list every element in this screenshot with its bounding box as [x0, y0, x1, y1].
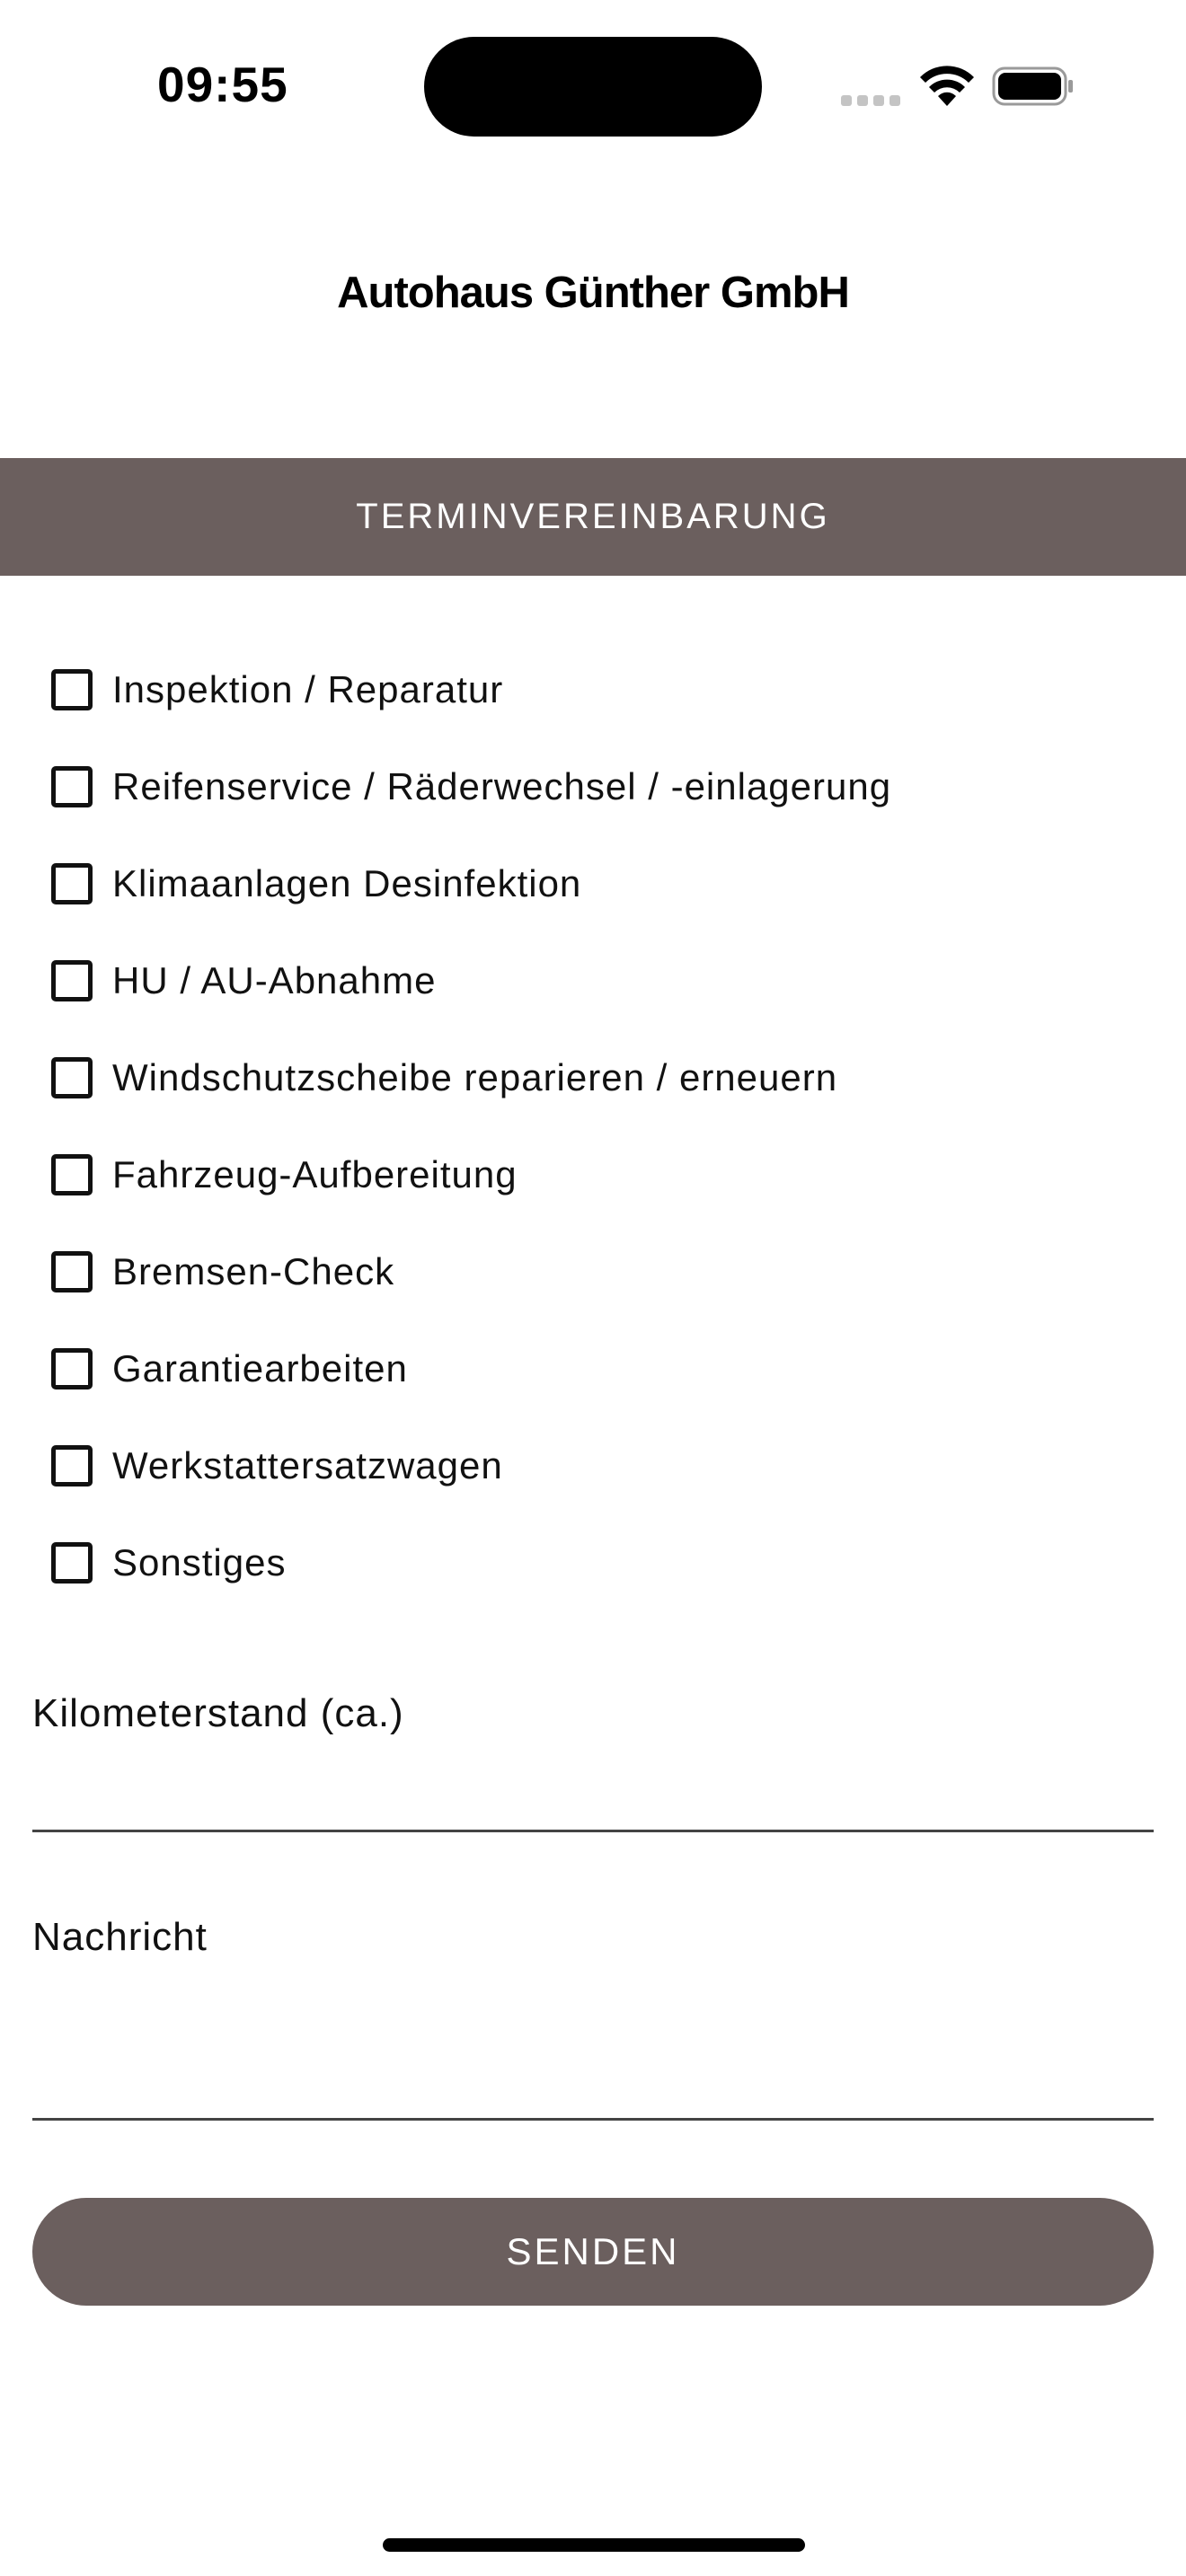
checkbox[interactable] [51, 1542, 93, 1584]
checkbox-label: Reifenservice / Räderwechsel / -einlager… [112, 765, 892, 807]
home-indicator[interactable] [383, 2538, 805, 2552]
checkbox[interactable] [51, 960, 93, 1001]
checkbox-label: Werkstattersatzwagen [112, 1444, 503, 1486]
service-checkbox-row[interactable]: Werkstattersatzwagen [51, 1441, 503, 1491]
section-banner: TERMINVEREINBARUNG [0, 458, 1186, 576]
checkbox[interactable] [51, 1348, 93, 1389]
battery-icon [992, 66, 1073, 106]
checkbox[interactable] [51, 1251, 93, 1292]
service-checkbox-row[interactable]: Sonstiges [51, 1538, 286, 1588]
mileage-input[interactable] [32, 1760, 1154, 1832]
message-field: Nachricht [32, 1915, 1154, 2123]
service-checkbox-row[interactable]: HU / AU-Abnahme [51, 956, 436, 1006]
checkbox-label: Windschutzscheibe reparieren / erneuern [112, 1056, 838, 1098]
checkbox-label: Inspektion / Reparatur [112, 668, 504, 710]
checkbox-label: Bremsen-Check [112, 1250, 395, 1292]
checkbox[interactable] [51, 863, 93, 904]
service-checkbox-row[interactable]: Inspektion / Reparatur [51, 665, 503, 715]
service-checkbox-row[interactable]: Garantiearbeiten [51, 1344, 408, 1394]
app-title: Autohaus Günther GmbH [337, 269, 850, 317]
checkbox-label: Garantiearbeiten [112, 1347, 408, 1389]
section-title: TERMINVEREINBARUNG [356, 497, 830, 536]
service-checkbox-row[interactable]: Fahrzeug-Aufbereitung [51, 1150, 518, 1200]
checkbox[interactable] [51, 1445, 93, 1486]
service-checkbox-row[interactable]: Klimaanlagen Desinfektion [51, 859, 581, 909]
mileage-label: Kilometerstand (ca.) [32, 1691, 404, 1735]
message-input[interactable] [32, 1983, 1154, 2121]
checkbox[interactable] [51, 766, 93, 807]
checkbox-label: Fahrzeug-Aufbereitung [112, 1153, 518, 1195]
message-label: Nachricht [32, 1915, 208, 1959]
send-button[interactable]: SENDEN [32, 2198, 1154, 2306]
checkbox-label: Klimaanlagen Desinfektion [112, 862, 582, 904]
mileage-field: Kilometerstand (ca.) [32, 1691, 1154, 1835]
checkbox[interactable] [51, 1057, 93, 1098]
cellular-signal-icon [841, 95, 900, 106]
checkbox-label: Sonstiges [112, 1541, 287, 1584]
wifi-icon [920, 66, 974, 106]
service-checkbox-row[interactable]: Reifenservice / Räderwechsel / -einlager… [51, 762, 891, 812]
service-checkbox-row[interactable]: Bremsen-Check [51, 1247, 394, 1297]
status-bar: 09:55 [0, 0, 1186, 171]
dynamic-island [424, 37, 762, 137]
status-time: 09:55 [157, 57, 288, 112]
service-checkbox-row[interactable]: Windschutzscheibe reparieren / erneuern [51, 1053, 837, 1103]
checkbox[interactable] [51, 669, 93, 710]
checkbox[interactable] [51, 1154, 93, 1195]
checkbox-label: HU / AU-Abnahme [112, 959, 437, 1001]
